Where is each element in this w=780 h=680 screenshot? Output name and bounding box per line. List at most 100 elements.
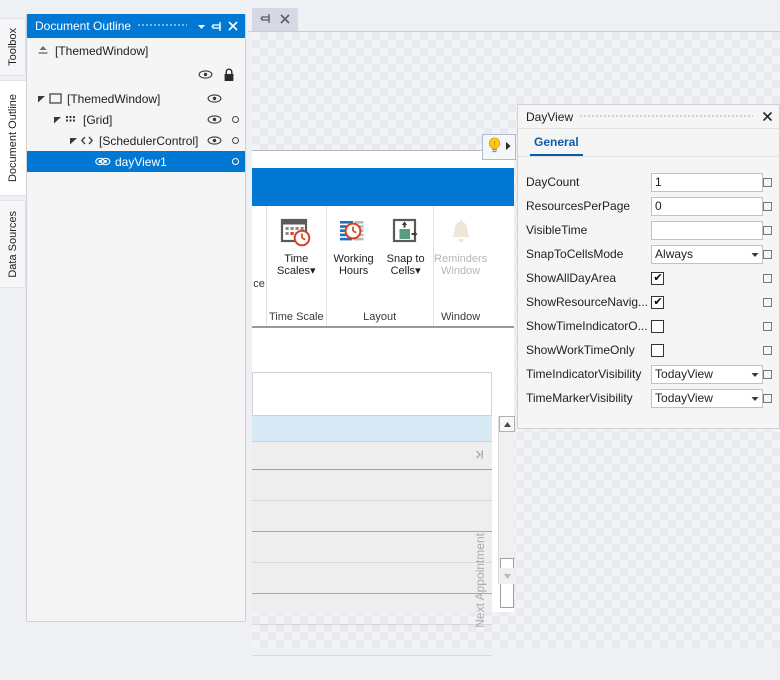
scheduler-selected-row[interactable] (252, 416, 492, 442)
property-row-showresourcenavigator: ShowResourceNavig... ✔ (518, 290, 779, 314)
property-binding-marker[interactable] (763, 225, 772, 235)
close-icon[interactable] (225, 17, 241, 35)
property-label: TimeMarkerVisibility (526, 391, 633, 405)
scroll-up-icon[interactable] (499, 416, 515, 432)
tree-node-grid[interactable]: [Grid] (27, 109, 245, 130)
time-cells-grid[interactable] (252, 470, 492, 656)
sidebar-tab-document-outline[interactable]: Document Outline (0, 80, 26, 196)
scroll-down-icon[interactable] (499, 568, 515, 584)
lightbulb-icon[interactable]: ! (487, 137, 502, 157)
showresourcenavigator-checkbox[interactable]: ✔ (651, 295, 665, 309)
ribbon-group-layout: Working Hours Snap to Cells▾ Layout (325, 206, 433, 326)
ribbon-button-reminders-window[interactable]: Reminders Window (434, 216, 487, 277)
tree-node-dayview1[interactable]: dayView1 (27, 151, 245, 172)
document-tab[interactable] (252, 8, 298, 32)
ribbon-group-label: Window (441, 311, 481, 323)
working-hours-icon (338, 216, 370, 250)
eye-icon[interactable] (198, 69, 213, 80)
close-icon[interactable] (279, 13, 291, 28)
smart-tag-button[interactable]: ! (482, 134, 516, 160)
chevron-down-icon[interactable] (751, 390, 759, 407)
document-outline-tree[interactable]: [ThemedWindow] [ThemedWindow] [Grid] [Sc… (27, 38, 245, 621)
scheduler-control[interactable]: ce Time Scales▾ Time Scale Working Hours… (252, 150, 515, 656)
time-gridline (252, 624, 492, 625)
ribbon-group-window: Reminders Window Window (432, 206, 488, 326)
all-day-area[interactable] (252, 372, 492, 416)
pin-icon[interactable] (260, 12, 273, 28)
timemarkervisibility-select[interactable]: TodayView (651, 388, 764, 408)
sidebar-tab-document-outline-label: Document Outline (6, 93, 19, 183)
property-label: DayCount (526, 175, 580, 189)
sidebar-tab-toolbox[interactable]: Toolbox (0, 18, 26, 76)
chevron-down-icon[interactable] (751, 366, 759, 383)
ribbon-button-line2-text: Scales (277, 265, 311, 277)
property-binding-marker[interactable] (763, 393, 772, 403)
bell-icon (446, 216, 476, 250)
eye-icon[interactable] (207, 135, 222, 146)
left-tab-strip: Toolbox Document Outline Data Sources (0, 0, 26, 648)
properties-tab-strip[interactable]: General (518, 129, 779, 157)
next-appointment-arrow-icon[interactable] (474, 448, 486, 464)
property-binding-marker[interactable] (763, 201, 772, 211)
tree-row-indicators (207, 109, 239, 130)
property-binding-marker[interactable] (763, 177, 772, 187)
property-binding-marker[interactable] (763, 249, 772, 259)
triangle-right-icon[interactable] (504, 140, 512, 154)
property-label: ShowAllDayArea (526, 271, 617, 285)
tree-node-schedulercontrol[interactable]: [SchedulerControl] (27, 130, 245, 151)
lock-icon[interactable] (223, 68, 235, 82)
window-icon (47, 91, 63, 107)
svg-text:!: ! (493, 141, 495, 148)
eye-icon[interactable] (207, 114, 222, 125)
close-icon[interactable] (759, 108, 775, 126)
ribbon-button-line1: Time (284, 253, 309, 265)
timeindicatorvisibility-select[interactable]: TodayView (651, 364, 764, 384)
next-appointment-text: Next Appointment (473, 532, 487, 628)
showworktimeonly-checkbox[interactable] (651, 343, 665, 357)
ribbon-button-time-scales[interactable]: Time Scales▾ (271, 216, 321, 277)
property-binding-marker[interactable] (763, 321, 772, 331)
lock-toggle-icon[interactable] (232, 137, 239, 144)
outline-parent-label: [ThemedWindow] (55, 44, 149, 58)
tree-node-label: [Grid] (83, 112, 113, 127)
property-row-showalldayarea: ShowAllDayArea ✔ (518, 266, 779, 290)
ribbon-button-snap-to-cells[interactable]: Snap to Cells▾ (381, 216, 431, 277)
ribbon-edge-label: ce (253, 278, 265, 290)
expander-triangle-icon[interactable] (51, 109, 63, 130)
daycount-input[interactable]: 1 (651, 172, 764, 192)
panel-drag-grip[interactable] (137, 14, 187, 38)
scheduler-vertical-scrollbar[interactable] (498, 416, 515, 608)
property-binding-marker[interactable] (763, 369, 772, 379)
sidebar-tab-data-sources[interactable]: Data Sources (0, 200, 26, 288)
panel-drag-grip[interactable] (579, 104, 753, 129)
resource-navigator-row[interactable] (252, 442, 492, 470)
visibletime-input[interactable] (651, 220, 764, 240)
chevron-down-icon[interactable] (193, 17, 209, 35)
timemarkervisibility-value: TodayView (655, 390, 713, 405)
eye-icon[interactable] (207, 93, 222, 104)
resourcesperpage-input[interactable]: 0 (651, 196, 764, 216)
property-binding-marker[interactable] (763, 297, 772, 307)
showtimeindicatoron-checkbox[interactable] (651, 319, 665, 333)
property-binding-marker[interactable] (763, 345, 772, 355)
lock-toggle-icon[interactable] (232, 116, 239, 123)
property-binding-marker[interactable] (763, 273, 772, 283)
scheduler-ribbon: ce Time Scales▾ Time Scale Working Hours… (252, 206, 514, 328)
chevron-down-icon[interactable]: ▾ (310, 265, 316, 277)
chevron-down-icon[interactable] (751, 246, 759, 263)
tree-node-themedwindow[interactable]: [ThemedWindow] (27, 88, 245, 109)
expander-triangle-icon[interactable] (35, 88, 47, 109)
tab-general[interactable]: General (530, 135, 583, 156)
next-appointment-label[interactable]: Next Appointment (472, 480, 488, 680)
scheduler-body[interactable]: Next Appointment (252, 330, 515, 656)
snaptocellsmode-select[interactable]: Always (651, 244, 764, 264)
outline-parent-row[interactable]: [ThemedWindow] (27, 38, 245, 64)
lock-toggle-icon[interactable] (232, 158, 239, 165)
property-label: VisibleTime (526, 223, 588, 237)
scheduler-top-divider (252, 150, 514, 151)
expander-triangle-icon[interactable] (67, 130, 79, 151)
showalldayarea-checkbox[interactable]: ✔ (651, 271, 665, 285)
ribbon-button-working-hours[interactable]: Working Hours (329, 216, 379, 277)
pin-icon[interactable] (209, 17, 225, 35)
chevron-down-icon[interactable]: ▾ (415, 265, 421, 277)
